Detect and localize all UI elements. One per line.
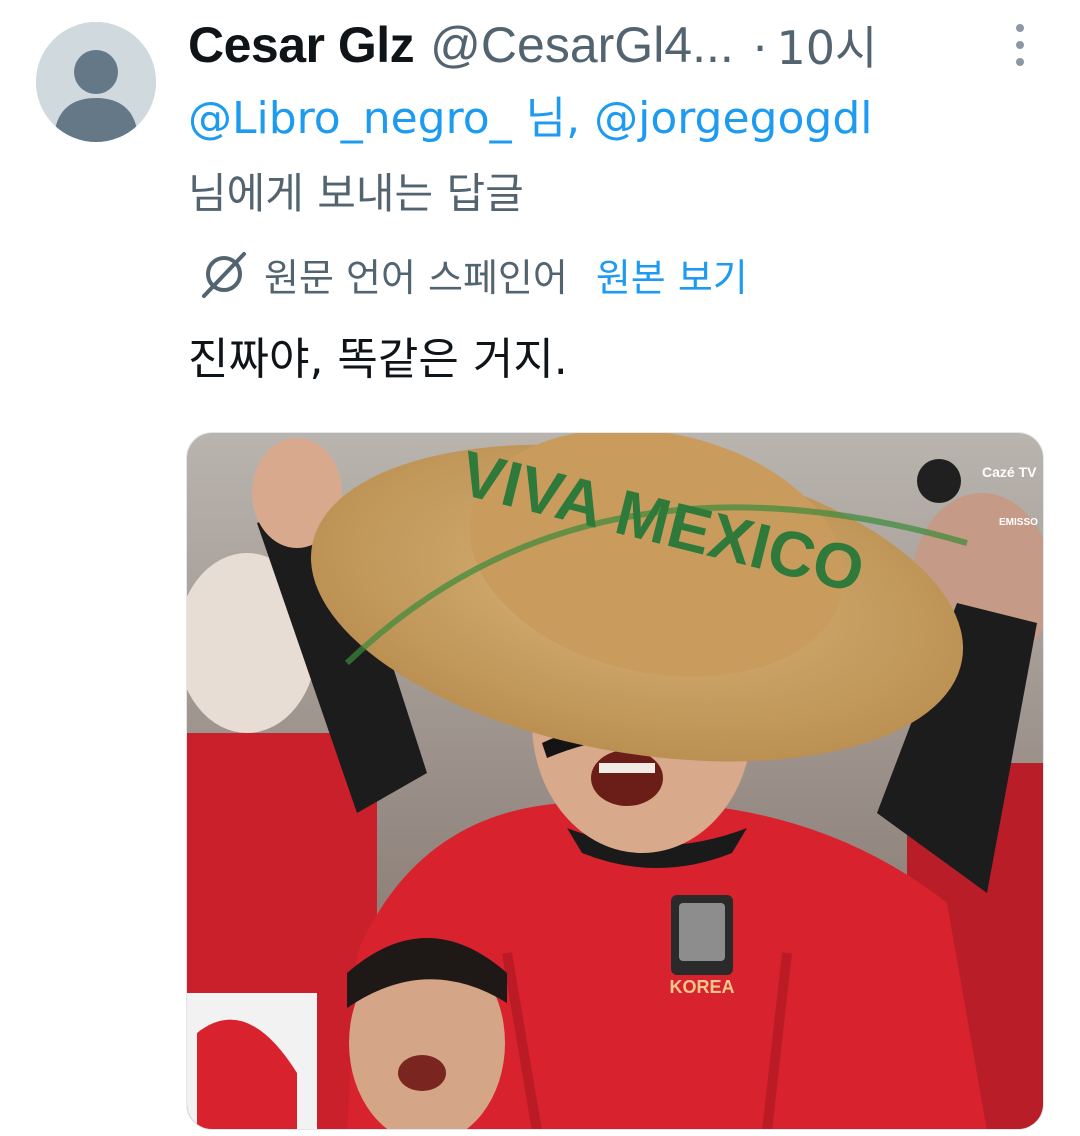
jersey-text: KOREA — [669, 977, 734, 997]
reply-to-tail: 님에게 보내는 답글 — [188, 169, 524, 218]
author-handle[interactable]: @CesarGl4... — [430, 16, 734, 74]
reply-to-separator: 님, — [511, 93, 595, 144]
author-display-name[interactable]: Cesar Glz — [188, 16, 415, 74]
separator-dot: · — [751, 17, 769, 73]
watermark-sub: EMISSO — [999, 517, 1038, 528]
show-original-link[interactable]: 원본 보기 — [596, 247, 748, 302]
tweet-timestamp[interactable]: 10시 — [776, 12, 877, 78]
photo-fan-sombrero: KOREA VIVA MEXICO Cazé TV EMISSO — [187, 433, 1043, 1129]
original-language-note: 원문 언어 스페인어 — [264, 255, 568, 300]
watermark-logo: Cazé TV — [982, 464, 1037, 480]
reply-to-line: @Libro_negro_ 님, @jorgegogdl — [188, 88, 873, 150]
translate-globe-icon — [202, 252, 246, 298]
tweet-header: Cesar Glz @CesarGl4... · 10시 — [188, 10, 1068, 80]
author-avatar[interactable] — [36, 22, 156, 142]
tweet-media-image[interactable]: KOREA VIVA MEXICO Cazé TV EMISSO — [186, 432, 1044, 1130]
mention-libro-negro[interactable]: @Libro_negro_ — [188, 93, 512, 144]
more-vertical-icon[interactable] — [1000, 20, 1040, 70]
default-avatar-icon — [36, 22, 156, 142]
mention-jorgegogdl[interactable]: @jorgegogdl — [594, 93, 872, 144]
translation-bar: 원문 언어 스페인어 원본 보기 — [198, 244, 748, 304]
tweet-text: 진짜야, 똑같은 거지. — [188, 334, 568, 385]
